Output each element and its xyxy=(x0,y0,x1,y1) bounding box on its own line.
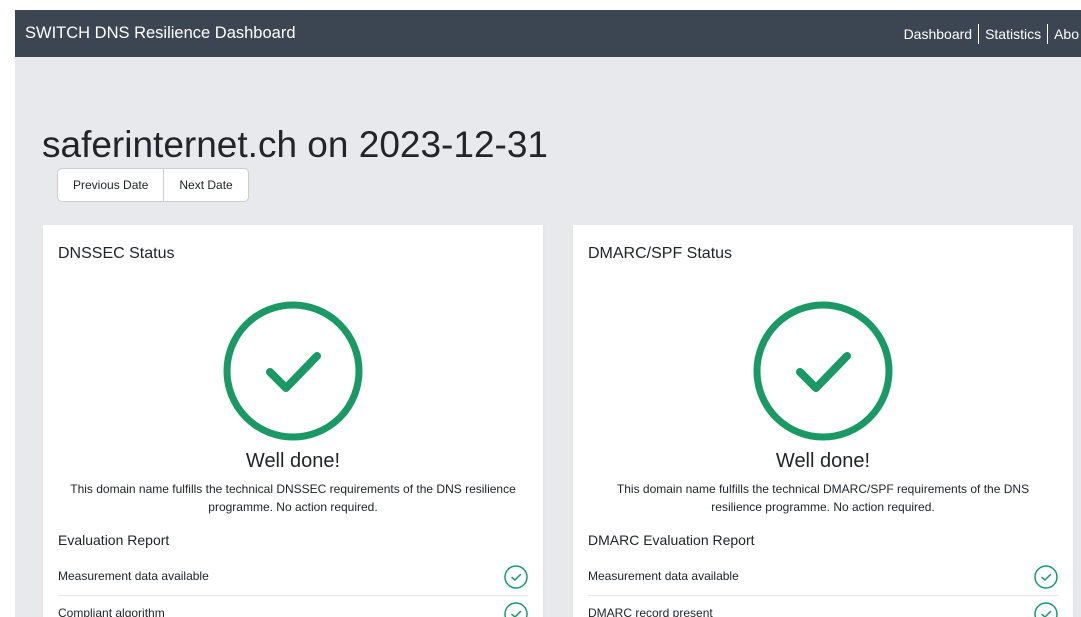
check-circle-icon xyxy=(504,565,528,589)
report-item-label: Compliant algorithm xyxy=(58,606,165,617)
nav-link-dashboard[interactable]: Dashboard xyxy=(898,24,979,44)
check-circle-icon xyxy=(1034,602,1058,617)
dnssec-status-card: DNSSEC Status Well done! This domain nam… xyxy=(43,225,543,617)
check-circle-icon xyxy=(753,301,893,441)
next-date-button[interactable]: Next Date xyxy=(164,168,249,202)
page: SWITCH DNS Resilience Dashboard Dashboar… xyxy=(0,0,1081,617)
date-navigation: Previous Date Next Date xyxy=(57,168,249,202)
status-headline: Well done! xyxy=(775,450,871,472)
check-circle-icon xyxy=(223,301,363,441)
report-item-label: Measurement data available xyxy=(588,569,739,583)
status-headline: Well done! xyxy=(245,450,341,472)
report-item: Measurement data available xyxy=(58,559,528,596)
page-title: saferinternet.ch on 2023-12-31 xyxy=(42,124,549,165)
report-item: DMARC record present xyxy=(588,596,1058,617)
card-title: DMARC/SPF Status xyxy=(588,245,733,262)
brand-title[interactable]: SWITCH DNS Resilience Dashboard xyxy=(25,10,296,57)
check-circle-icon xyxy=(504,602,528,617)
main-content: saferinternet.ch on 2023-12-31 Previous … xyxy=(15,57,1081,617)
report-item-label: DMARC record present xyxy=(588,606,713,617)
report-item: Measurement data available xyxy=(588,559,1058,596)
nav-link-about[interactable]: Abo xyxy=(1047,23,1081,44)
status-description: This domain name fulfills the technical … xyxy=(616,482,1030,514)
nav-links: Dashboard Statistics Abo xyxy=(898,10,1081,57)
previous-date-button[interactable]: Previous Date xyxy=(57,168,165,202)
card-title: DNSSEC Status xyxy=(58,245,175,262)
report-list: Measurement data available Compliant alg… xyxy=(58,559,528,617)
report-item: Compliant algorithm xyxy=(58,596,528,617)
report-list: Measurement data available DMARC record … xyxy=(588,559,1058,617)
report-title: DMARC Evaluation Report xyxy=(588,532,755,548)
report-title: Evaluation Report xyxy=(58,532,170,548)
dmarc-spf-status-card: DMARC/SPF Status Well done! This domain … xyxy=(573,225,1073,617)
report-item-label: Measurement data available xyxy=(58,569,209,583)
nav-link-statistics[interactable]: Statistics xyxy=(978,23,1047,44)
navbar: SWITCH DNS Resilience Dashboard Dashboar… xyxy=(15,10,1081,57)
check-circle-icon xyxy=(1034,565,1058,589)
status-description: This domain name fulfills the technical … xyxy=(70,482,516,514)
